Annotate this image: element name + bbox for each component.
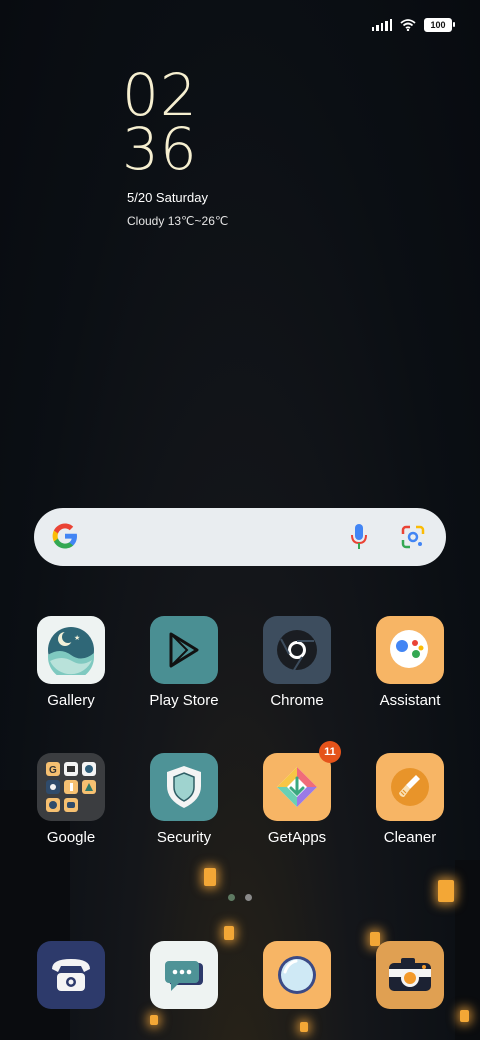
- browser-icon: [263, 941, 331, 1009]
- app-label: Play Store: [149, 692, 219, 709]
- app-cleaner[interactable]: Cleaner: [355, 753, 465, 846]
- security-shield-icon: [150, 753, 218, 821]
- app-label: Cleaner: [383, 829, 437, 846]
- app-security[interactable]: Security: [129, 753, 239, 846]
- app-label: Security: [156, 829, 212, 846]
- clock-minute: 36: [122, 115, 198, 183]
- battery-indicator: 100: [424, 18, 455, 32]
- lantern: [204, 868, 216, 886]
- lantern: [150, 1015, 158, 1025]
- folder-google[interactable]: G Google: [16, 753, 126, 846]
- app-assistant[interactable]: Assistant: [355, 616, 465, 709]
- lantern: [460, 1010, 469, 1022]
- app-label: Chrome: [270, 692, 324, 709]
- app-label: Gallery: [47, 692, 95, 709]
- chrome-icon: [263, 616, 331, 684]
- google-logo-icon: [52, 523, 77, 549]
- messages-icon: [150, 941, 218, 1009]
- signal-icon: [371, 19, 392, 31]
- svg-text:G: G: [49, 765, 57, 776]
- lantern: [438, 880, 454, 902]
- notification-badge: 11: [319, 741, 341, 763]
- phone-icon: [37, 941, 105, 1009]
- page-dot: [245, 894, 252, 901]
- app-getapps[interactable]: 11 GetApps: [242, 741, 352, 846]
- google-search-bar[interactable]: [34, 508, 446, 566]
- clock-hour: 02: [122, 61, 198, 129]
- app-label: Google: [46, 829, 96, 846]
- lantern: [300, 1022, 308, 1032]
- assistant-icon: [376, 616, 444, 684]
- microphone-icon[interactable]: [350, 523, 368, 551]
- app-gallery[interactable]: ★ Gallery: [16, 616, 126, 709]
- dock-camera[interactable]: [355, 941, 465, 1009]
- status-bar: 100: [371, 18, 455, 32]
- dock-browser[interactable]: [242, 941, 352, 1009]
- date-text: 5/20 Saturday: [127, 190, 208, 205]
- app-play-store[interactable]: Play Store: [129, 616, 239, 709]
- lantern: [224, 926, 234, 940]
- dock-phone[interactable]: [16, 941, 126, 1009]
- app-label: Assistant: [379, 692, 441, 709]
- weather-text[interactable]: Cloudy 13℃~26℃: [127, 214, 228, 228]
- page-dot-active: [228, 894, 235, 901]
- google-lens-icon[interactable]: [400, 524, 426, 550]
- wifi-icon: [400, 19, 416, 31]
- getapps-icon: 11: [263, 741, 341, 821]
- svg-text:★: ★: [74, 634, 80, 642]
- camera-icon: [376, 941, 444, 1009]
- clock-widget[interactable]: 02 36: [122, 61, 198, 183]
- dock-messages[interactable]: [129, 941, 239, 1009]
- google-folder-icon: G: [37, 753, 105, 821]
- gallery-icon: ★: [37, 616, 105, 684]
- app-label: GetApps: [267, 829, 327, 846]
- app-chrome[interactable]: Chrome: [242, 616, 352, 709]
- play-store-icon: [150, 616, 218, 684]
- cleaner-brush-icon: [376, 753, 444, 821]
- page-indicator[interactable]: [228, 894, 252, 901]
